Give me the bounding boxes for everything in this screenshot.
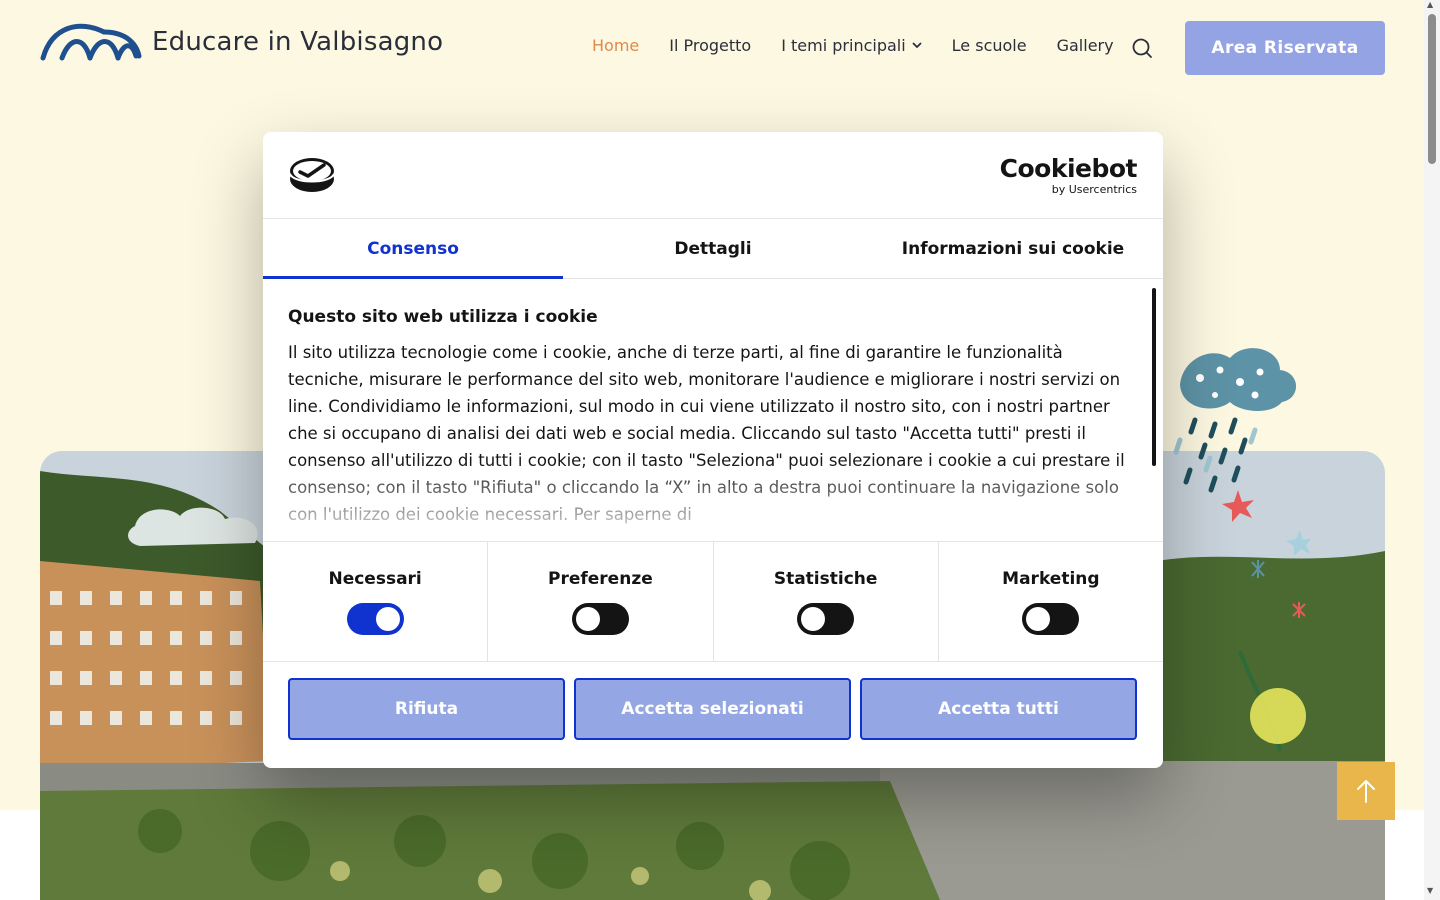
cookie-text-fade xyxy=(263,461,1163,541)
accept-all-button[interactable]: Accetta tutti xyxy=(860,678,1137,740)
toggle-statistiche-label: Statistiche xyxy=(773,568,878,589)
area-riservata-button[interactable]: Area Riservata xyxy=(1185,21,1385,75)
nav-il-progetto[interactable]: Il Progetto xyxy=(669,36,751,55)
cookie-consent-dialog: Cookiebot by Usercentrics Consenso Detta… xyxy=(263,132,1163,768)
nav-temi-label: I temi principali xyxy=(781,36,906,55)
nav-scuole-label: Le scuole xyxy=(951,36,1027,55)
page-scrollbar-thumb[interactable] xyxy=(1428,14,1436,164)
toggle-marketing-switch[interactable] xyxy=(1022,602,1080,635)
nav-home-label: Home xyxy=(592,36,640,55)
cookie-dialog-title: Questo sito web utilizza i cookie xyxy=(288,307,598,327)
main-nav: Home Il Progetto I temi principali Le sc… xyxy=(592,36,1144,55)
nav-home[interactable]: Home xyxy=(592,36,639,55)
back-to-top-button[interactable] xyxy=(1337,762,1395,820)
cookie-dialog-body[interactable]: Questo sito web utilizza i cookie Il sit… xyxy=(263,279,1163,541)
toggle-necessari-label: Necessari xyxy=(328,568,422,589)
toggle-preferenze-switch[interactable] xyxy=(571,602,629,635)
cookiebot-brand-sub: by Usercentrics xyxy=(1051,183,1137,196)
toggle-statistiche-group: Statistiche xyxy=(714,542,939,661)
toggle-preferenze-group: Preferenze xyxy=(488,542,714,661)
cookiebot-brand-name: Cookiebot xyxy=(999,154,1138,183)
nav-temi-principali[interactable]: I temi principali xyxy=(781,36,922,55)
cookie-dialog-buttons: Rifiuta Accetta selezionati Accetta tutt… xyxy=(263,662,1163,756)
scroll-down-arrow-icon[interactable]: ▼ xyxy=(1427,886,1433,895)
accept-selected-button[interactable]: Accetta selezionati xyxy=(574,678,851,740)
tab-informazioni-cookie[interactable]: Informazioni sui cookie xyxy=(863,219,1163,278)
cookie-category-toggles: Necessari Preferenze Statistiche Marketi… xyxy=(263,541,1163,662)
cookie-dialog-header: Cookiebot by Usercentrics xyxy=(263,132,1163,219)
search-icon[interactable] xyxy=(1131,37,1153,59)
tab-dettagli[interactable]: Dettagli xyxy=(563,219,863,278)
cookie-body-scrollbar[interactable] xyxy=(1152,288,1156,466)
arrow-up-icon xyxy=(1357,780,1375,803)
chevron-down-icon xyxy=(912,42,922,49)
toggle-statistiche-switch[interactable] xyxy=(797,602,855,635)
toggle-marketing-group: Marketing xyxy=(939,542,1163,661)
cookiebot-brand-logo[interactable]: Cookiebot by Usercentrics xyxy=(999,154,1138,196)
nav-gallery[interactable]: Gallery xyxy=(1057,36,1114,55)
nav-gallery-label: Gallery xyxy=(1056,36,1114,55)
logo-text: Educare in Valbisagno xyxy=(152,27,444,57)
tab-consenso[interactable]: Consenso xyxy=(263,219,563,279)
nav-le-scuole[interactable]: Le scuole xyxy=(952,36,1027,55)
toggle-necessari-group: Necessari xyxy=(263,542,489,661)
scroll-up-arrow-icon[interactable]: ▲ xyxy=(1427,0,1433,9)
cookie-banner-logo-icon xyxy=(289,158,335,192)
toggle-preferenze-label: Preferenze xyxy=(548,568,653,589)
toggle-marketing-label: Marketing xyxy=(1002,568,1100,589)
reject-button[interactable]: Rifiuta xyxy=(288,678,565,740)
cookie-dialog-tabs: Consenso Dettagli Informazioni sui cooki… xyxy=(263,219,1163,279)
toggle-necessari-switch[interactable] xyxy=(346,602,404,635)
logo-waves-icon xyxy=(40,23,142,61)
rain-cloud-decoration xyxy=(1173,348,1310,618)
site-logo[interactable]: Educare in Valbisagno xyxy=(40,22,443,62)
nav-il-progetto-label: Il Progetto xyxy=(669,36,752,55)
